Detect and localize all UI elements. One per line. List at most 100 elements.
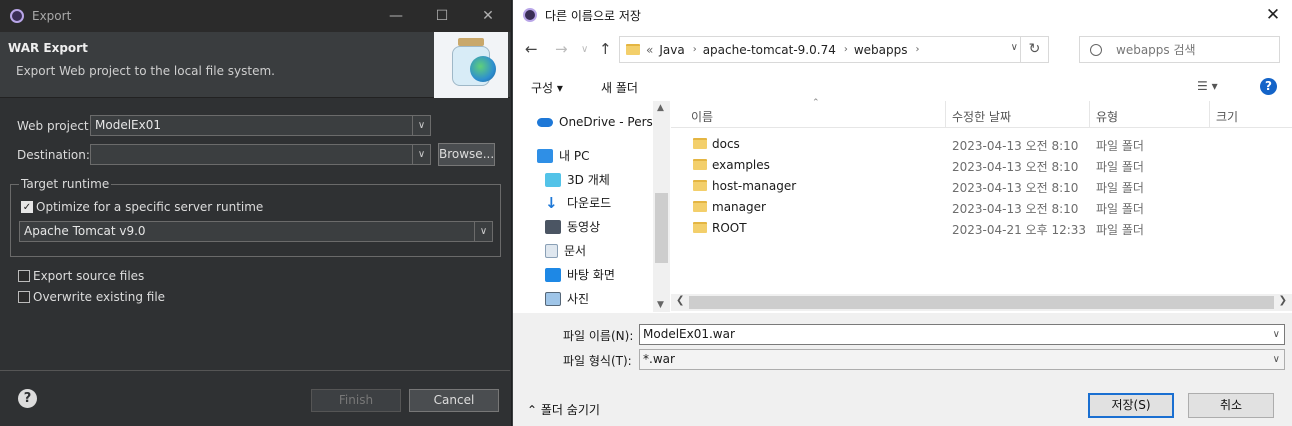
recent-locations-icon[interactable]: ∨ (581, 44, 588, 55)
web-project-combo[interactable]: ModelEx01 ∨ (90, 115, 431, 136)
folder-icon (693, 138, 707, 149)
nav-item-pictures[interactable]: 사진 (545, 290, 589, 307)
back-arrow-icon[interactable]: ← (525, 40, 538, 58)
scroll-right-icon[interactable]: ❯ (1279, 295, 1287, 306)
nav-item-this-pc[interactable]: 내 PC (537, 147, 589, 164)
scroll-thumb[interactable] (655, 193, 668, 263)
browse-button[interactable]: Browse... (438, 143, 495, 166)
target-runtime-label: Target runtime (19, 177, 112, 191)
scroll-thumb[interactable] (689, 296, 1274, 309)
close-icon[interactable]: ✕ (465, 8, 511, 24)
cube-icon (545, 172, 561, 187)
folder-icon (693, 159, 707, 170)
chevron-down-icon[interactable]: ∨ (412, 116, 430, 135)
chevron-down-icon[interactable]: ∨ (1011, 42, 1018, 53)
help-icon[interactable]: ? (18, 389, 37, 408)
forward-arrow-icon[interactable]: → (555, 40, 568, 58)
scroll-left-icon[interactable]: ❮ (676, 295, 684, 306)
address-bar[interactable]: « Java › apache-tomcat-9.0.74 › webapps … (619, 36, 1049, 63)
wizard-header: WAR Export Export Web project to the loc… (0, 32, 510, 98)
filename-input[interactable]: ModelEx01.war ∨ (639, 324, 1285, 345)
file-row-examples[interactable]: examples 2023-04-13 오전 8:10 파일 폴더 (671, 155, 1292, 176)
column-date[interactable]: 수정한 날짜 (952, 108, 1011, 125)
organize-button[interactable]: 구성 ▾ (531, 79, 563, 96)
destination-combo[interactable]: ∨ (90, 144, 431, 165)
document-icon (545, 243, 558, 258)
cancel-button[interactable]: Cancel (409, 389, 499, 412)
filetype-select[interactable]: *.war ∨ (639, 349, 1285, 370)
filetype-value: *.war (643, 352, 675, 366)
picture-icon (545, 291, 561, 306)
column-name[interactable]: 이름 (691, 108, 713, 125)
target-runtime-group: Target runtime ✓ Optimize for a specific… (10, 177, 501, 257)
column-type[interactable]: 유형 (1096, 108, 1118, 125)
wizard-footer-divider (0, 370, 510, 371)
file-row-manager[interactable]: manager 2023-04-13 오전 8:10 파일 폴더 (671, 197, 1292, 218)
navigation-pane: OneDrive - Persor 내 PC 3D 개체 ↓ 다운로드 동영상 … (513, 101, 667, 312)
nav-item-documents[interactable]: 문서 (545, 242, 586, 259)
chevron-down-icon[interactable]: ∨ (1273, 325, 1280, 344)
chevron-down-icon[interactable]: ∨ (1273, 350, 1280, 369)
nav-item-desktop[interactable]: 바탕 화면 (545, 266, 615, 283)
folder-icon (693, 222, 707, 233)
file-row-docs[interactable]: docs 2023-04-13 오전 8:10 파일 폴더 (671, 134, 1292, 155)
film-icon (545, 219, 561, 234)
runtime-combo[interactable]: Apache Tomcat v9.0 ∨ (19, 221, 493, 242)
save-dialog-title: 다른 이름으로 저장 (545, 8, 641, 23)
folder-icon (693, 180, 707, 191)
cloud-icon (537, 117, 553, 127)
file-row-host-manager[interactable]: host-manager 2023-04-13 오전 8:10 파일 폴더 (671, 176, 1292, 197)
minimize-icon[interactable]: — (373, 8, 419, 24)
save-options-panel: 파일 이름(N): ModelEx01.war ∨ 파일 형식(T): *.wa… (513, 313, 1292, 426)
save-button[interactable]: 저장(S) (1088, 393, 1174, 418)
folder-icon (693, 201, 707, 212)
overflow-chevron-icon[interactable]: « (646, 43, 653, 57)
breadcrumb-separator-icon[interactable]: › (916, 44, 920, 55)
nav-item-onedrive[interactable]: OneDrive - Persor (537, 115, 665, 129)
chevron-down-icon[interactable]: ∨ (474, 222, 492, 241)
overwrite-checkbox[interactable] (18, 291, 30, 303)
close-icon[interactable]: ✕ (1254, 5, 1292, 25)
refresh-icon[interactable]: ↻ (1020, 37, 1048, 62)
nav-item-videos[interactable]: 동영상 (545, 218, 600, 235)
breadcrumb-java[interactable]: Java (659, 43, 684, 57)
view-options-icon[interactable]: ☰ ▾ (1197, 79, 1218, 93)
nav-scrollbar[interactable]: ▲ ▼ (653, 101, 670, 312)
overwrite-label: Overwrite existing file (33, 290, 166, 304)
column-size[interactable]: 크기 (1216, 108, 1238, 125)
search-icon (1090, 43, 1102, 56)
eclipse-window-title: Export (32, 9, 72, 23)
wizard-title: WAR Export (8, 41, 88, 55)
nav-item-3d-objects[interactable]: 3D 개체 (545, 171, 610, 188)
help-icon[interactable]: ? (1260, 78, 1277, 95)
nav-item-downloads[interactable]: ↓ 다운로드 (545, 194, 611, 211)
search-placeholder: webapps 검색 (1116, 43, 1196, 57)
horizontal-scrollbar[interactable]: ❮ ❯ (671, 294, 1292, 311)
cancel-save-button[interactable]: 취소 (1188, 393, 1274, 418)
filename-label: 파일 이름(N): (563, 329, 634, 343)
hide-folders-toggle[interactable]: ⌃ 폴더 숨기기 (527, 401, 600, 418)
sort-ascending-icon: ⌃ (812, 98, 820, 108)
chevron-down-icon[interactable]: ∨ (412, 145, 430, 164)
folder-icon (626, 44, 640, 55)
breadcrumb-webapps[interactable]: webapps (854, 43, 908, 57)
breadcrumb-separator-icon[interactable]: › (844, 44, 848, 55)
optimize-checkbox[interactable]: ✓ (21, 201, 33, 213)
maximize-icon[interactable]: ☐ (419, 8, 465, 24)
filetype-label: 파일 형식(T): (563, 354, 632, 368)
breadcrumb-separator-icon[interactable]: › (693, 44, 697, 55)
save-as-dialog: 다른 이름으로 저장 ✕ ← → ∨ ↑ « Java › apache-tom… (513, 0, 1292, 426)
scroll-up-icon[interactable]: ▲ (657, 103, 664, 113)
new-folder-button[interactable]: 새 폴더 (601, 79, 638, 96)
search-input[interactable]: webapps 검색 (1079, 36, 1280, 63)
file-row-root[interactable]: ROOT 2023-04-21 오후 12:33 파일 폴더 (671, 218, 1292, 239)
export-source-checkbox[interactable] (18, 270, 30, 282)
finish-button[interactable]: Finish (311, 389, 401, 412)
breadcrumb-tomcat[interactable]: apache-tomcat-9.0.74 (703, 43, 836, 57)
scroll-down-icon[interactable]: ▼ (657, 300, 664, 310)
web-project-label: Web project: (17, 119, 93, 133)
export-source-label: Export source files (33, 269, 145, 283)
up-arrow-icon[interactable]: ↑ (599, 40, 612, 58)
chevron-up-icon: ⌃ (527, 403, 538, 417)
eclipse-titlebar: Export — ☐ ✕ (0, 0, 511, 32)
